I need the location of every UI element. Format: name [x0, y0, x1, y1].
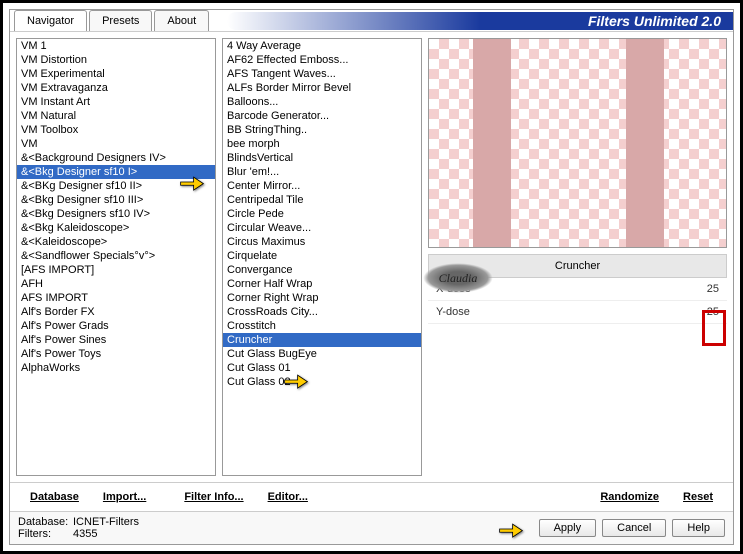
list-item[interactable]: Blur 'em!... [223, 165, 421, 179]
category-list[interactable]: VM 1VM DistortionVM ExperimentalVM Extra… [16, 38, 216, 476]
status-db-label: Database: [18, 516, 73, 528]
list-item[interactable]: Barcode Generator... [223, 109, 421, 123]
list-item[interactable]: Circus Maximus [223, 235, 421, 249]
param-row[interactable]: Y-dose 25 [428, 301, 727, 324]
list-item[interactable]: [AFS IMPORT] [17, 263, 215, 277]
list-item[interactable]: Corner Right Wrap [223, 291, 421, 305]
list-item[interactable]: BB StringThing.. [223, 123, 421, 137]
list-item[interactable]: Cut Glass BugEye [223, 347, 421, 361]
list-item[interactable]: VM [17, 137, 215, 151]
list-item[interactable]: Circle Pede [223, 207, 421, 221]
list-item[interactable]: AF62 Effected Emboss... [223, 53, 421, 67]
status-bar: Database:ICNET-Filters Filters:4355 Appl… [10, 511, 733, 544]
tab-about[interactable]: About [154, 10, 209, 31]
list-item[interactable]: CrossRoads City... [223, 305, 421, 319]
pointer-hand-icon [179, 171, 205, 193]
params-panel: X-dose 25 Y-dose 25 [428, 278, 727, 476]
import-button[interactable]: Import... [91, 487, 158, 507]
pointer-hand-icon [283, 369, 309, 391]
tab-navigator[interactable]: Navigator [14, 10, 87, 31]
filterinfo-button[interactable]: Filter Info... [172, 487, 255, 507]
apply-button[interactable]: Apply [539, 519, 597, 537]
cancel-button[interactable]: Cancel [602, 519, 666, 537]
filter-list[interactable]: 4 Way AverageAF62 Effected Emboss...AFS … [222, 38, 422, 476]
database-button[interactable]: Database [18, 487, 91, 507]
toolbar-row: Database Import... Filter Info... Editor… [10, 482, 733, 511]
randomize-button[interactable]: Randomize [588, 487, 671, 507]
list-item[interactable]: Convergance [223, 263, 421, 277]
editor-button[interactable]: Editor... [256, 487, 320, 507]
list-item[interactable]: &<Bkg Designers sf10 IV> [17, 207, 215, 221]
list-item[interactable]: Cut Glass 02 [223, 375, 421, 389]
app-title: Filters Unlimited 2.0 [588, 13, 721, 29]
list-item[interactable]: VM Natural [17, 109, 215, 123]
pointer-hand-icon [498, 518, 524, 540]
list-item[interactable]: Cirquelate [223, 249, 421, 263]
help-button[interactable]: Help [672, 519, 725, 537]
list-item[interactable]: AFS IMPORT [17, 291, 215, 305]
list-item[interactable]: VM Extravaganza [17, 81, 215, 95]
list-item[interactable]: 4 Way Average [223, 39, 421, 53]
highlight-box-icon [702, 310, 726, 346]
list-item[interactable]: AFH [17, 277, 215, 291]
list-item[interactable]: &<Kaleidoscope> [17, 235, 215, 249]
status-filters-value: 4355 [73, 528, 97, 540]
list-item[interactable]: VM Instant Art [17, 95, 215, 109]
list-item[interactable]: VM 1 [17, 39, 215, 53]
list-item[interactable]: Balloons... [223, 95, 421, 109]
preview-pane [428, 38, 727, 248]
list-item[interactable]: Alf's Power Sines [17, 333, 215, 347]
list-item[interactable]: Crosstitch [223, 319, 421, 333]
list-item[interactable]: Centripedal Tile [223, 193, 421, 207]
list-item[interactable]: Circular Weave... [223, 221, 421, 235]
list-item[interactable]: Cruncher [223, 333, 421, 347]
list-item[interactable]: VM Toolbox [17, 123, 215, 137]
list-item[interactable]: Alf's Power Toys [17, 347, 215, 361]
list-item[interactable]: Alf's Power Grads [17, 319, 215, 333]
list-item[interactable]: &<Bkg Kaleidoscope> [17, 221, 215, 235]
title-bar: Navigator Presets About Filters Unlimite… [10, 10, 733, 32]
status-db-value: ICNET-Filters [73, 516, 139, 528]
list-item[interactable]: &<Background Designers IV> [17, 151, 215, 165]
list-item[interactable]: bee morph [223, 137, 421, 151]
list-item[interactable]: VM Distortion [17, 53, 215, 67]
list-item[interactable]: Alf's Border FX [17, 305, 215, 319]
list-item[interactable]: &<Bkg Designer sf10 III> [17, 193, 215, 207]
watermark-logo: Claudia [423, 263, 493, 293]
reset-button[interactable]: Reset [671, 487, 725, 507]
list-item[interactable]: BlindsVertical [223, 151, 421, 165]
list-item[interactable]: Center Mirror... [223, 179, 421, 193]
list-item[interactable]: Corner Half Wrap [223, 277, 421, 291]
list-item[interactable]: VM Experimental [17, 67, 215, 81]
list-item[interactable]: AFS Tangent Waves... [223, 67, 421, 81]
status-filters-label: Filters: [18, 528, 73, 540]
param-value: 25 [707, 283, 719, 295]
list-item[interactable]: ALFs Border Mirror Bevel [223, 81, 421, 95]
list-item[interactable]: &<Sandflower Specials°v°> [17, 249, 215, 263]
param-label: Y-dose [436, 306, 707, 318]
tab-presets[interactable]: Presets [89, 10, 152, 31]
list-item[interactable]: Cut Glass 01 [223, 361, 421, 375]
list-item[interactable]: AlphaWorks [17, 361, 215, 375]
